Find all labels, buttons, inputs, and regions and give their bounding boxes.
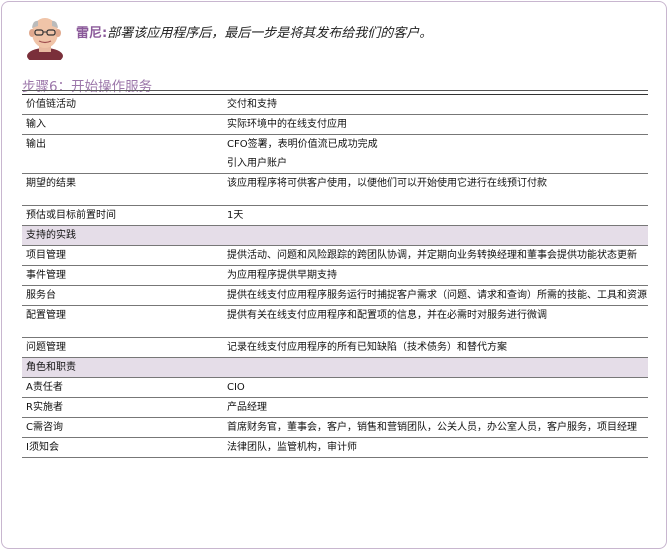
row-label: R实施者 bbox=[22, 397, 223, 418]
row-value: 提供活动、问题和风险跟踪的跨团队协调，并定期向业务转换经理和董事会提供功能状态更… bbox=[223, 245, 648, 266]
row-label: 问题管理 bbox=[22, 337, 223, 358]
step-title-divider bbox=[22, 90, 648, 91]
table-row: 输入 实际环境中的在线支付应用 bbox=[22, 114, 648, 135]
section-title: 支持的实践 bbox=[22, 225, 648, 246]
row-label: 服务台 bbox=[22, 285, 223, 306]
table-row: 项目管理 提供活动、问题和风险跟踪的跨团队协调，并定期向业务转换经理和董事会提供功… bbox=[22, 245, 648, 266]
row-value: 实际环境中的在线支付应用 bbox=[223, 114, 648, 135]
row-label: 项目管理 bbox=[22, 245, 223, 266]
row-value: 为应用程序提供早期支持 bbox=[223, 265, 648, 286]
step-title: 步骤6：开始操作服务 bbox=[22, 79, 153, 95]
row-label: 价值链活动 bbox=[22, 94, 223, 115]
table-row: 服务台 提供在线支付应用程序服务运行时捕捉客户需求（问题、请求和查询）所需的技能、… bbox=[22, 285, 648, 306]
row-value: 记录在线支付应用程序的所有已知缺陷（技术债务）和替代方案 bbox=[223, 337, 648, 358]
row-value: 提供在线支付应用程序服务运行时捕捉客户需求（问题、请求和查询）所需的技能、工具和… bbox=[223, 285, 648, 306]
table-row: 价值链活动 交付和支持 bbox=[22, 94, 648, 115]
row-label: 期望的结果 bbox=[22, 173, 223, 206]
row-label: 输出 bbox=[22, 134, 223, 174]
table-row: C需咨询 首席财务官，董事会，客户，销售和营销团队，公关人员，办公室人员，客户服务… bbox=[22, 417, 648, 438]
service-table: 价值链活动 交付和支持 输入 实际环境中的在线支付应用 输出 CFO签署，表明价值流已成功… bbox=[22, 94, 648, 458]
row-label: A责任者 bbox=[22, 377, 223, 398]
row-label: C需咨询 bbox=[22, 417, 223, 438]
row-value: 首席财务官，董事会，客户，销售和营销团队，公关人员，办公室人员，客户服务，项目经… bbox=[223, 417, 648, 438]
row-value: 提供有关在线支付应用程序和配置项的信息，并在必需时对服务进行微调 bbox=[223, 305, 648, 338]
table-row: A责任者 CIO bbox=[22, 377, 648, 398]
section-header: 支持的实践 bbox=[22, 225, 648, 246]
intro-header: 雷尼:部署该应用程序后，最后一步是将其发布给我们的客户。 bbox=[22, 12, 662, 62]
section-header: 角色和职责 bbox=[22, 357, 648, 378]
intro-sentence: 部署该应用程序后，最后一步是将其发布给我们的客户。 bbox=[107, 26, 433, 41]
row-label: 预估或目标前置时间 bbox=[22, 205, 223, 226]
intro-text: 雷尼:部署该应用程序后，最后一步是将其发布给我们的客户。 bbox=[76, 22, 432, 41]
row-value: 法律团队，监管机构，审计师 bbox=[223, 437, 648, 458]
row-value: 产品经理 bbox=[223, 397, 648, 418]
row-label: 输入 bbox=[22, 114, 223, 135]
section-title: 角色和职责 bbox=[22, 357, 648, 378]
row-label: 配置管理 bbox=[22, 305, 223, 338]
row-value: 1天 bbox=[223, 205, 648, 226]
row-label: I须知会 bbox=[22, 437, 223, 458]
row-value: CFO签署，表明价值流已成功完成 引入用户账户 bbox=[223, 134, 648, 174]
table-row: I须知会 法律团队，监管机构，审计师 bbox=[22, 437, 648, 458]
table-row: 输出 CFO签署，表明价值流已成功完成 引入用户账户 bbox=[22, 134, 648, 174]
row-value: CIO bbox=[223, 377, 648, 398]
row-value: 该应用程序将可供客户使用，以便他们可以开始使用它进行在线预订付款 bbox=[223, 173, 648, 206]
table-row: 问题管理 记录在线支付应用程序的所有已知缺陷（技术债务）和替代方案 bbox=[22, 337, 648, 358]
row-value: 交付和支持 bbox=[223, 94, 648, 115]
table-row: R实施者 产品经理 bbox=[22, 397, 648, 418]
table-row: 预估或目标前置时间 1天 bbox=[22, 205, 648, 226]
table-row: 期望的结果 该应用程序将可供客户使用，以便他们可以开始使用它进行在线预订付款 bbox=[22, 173, 648, 206]
table-row: 事件管理 为应用程序提供早期支持 bbox=[22, 265, 648, 286]
row-label: 事件管理 bbox=[22, 265, 223, 286]
table-row: 配置管理 提供有关在线支付应用程序和配置项的信息，并在必需时对服务进行微调 bbox=[22, 305, 648, 338]
avatar bbox=[27, 18, 63, 60]
speaker-name: 雷尼 bbox=[76, 26, 103, 41]
